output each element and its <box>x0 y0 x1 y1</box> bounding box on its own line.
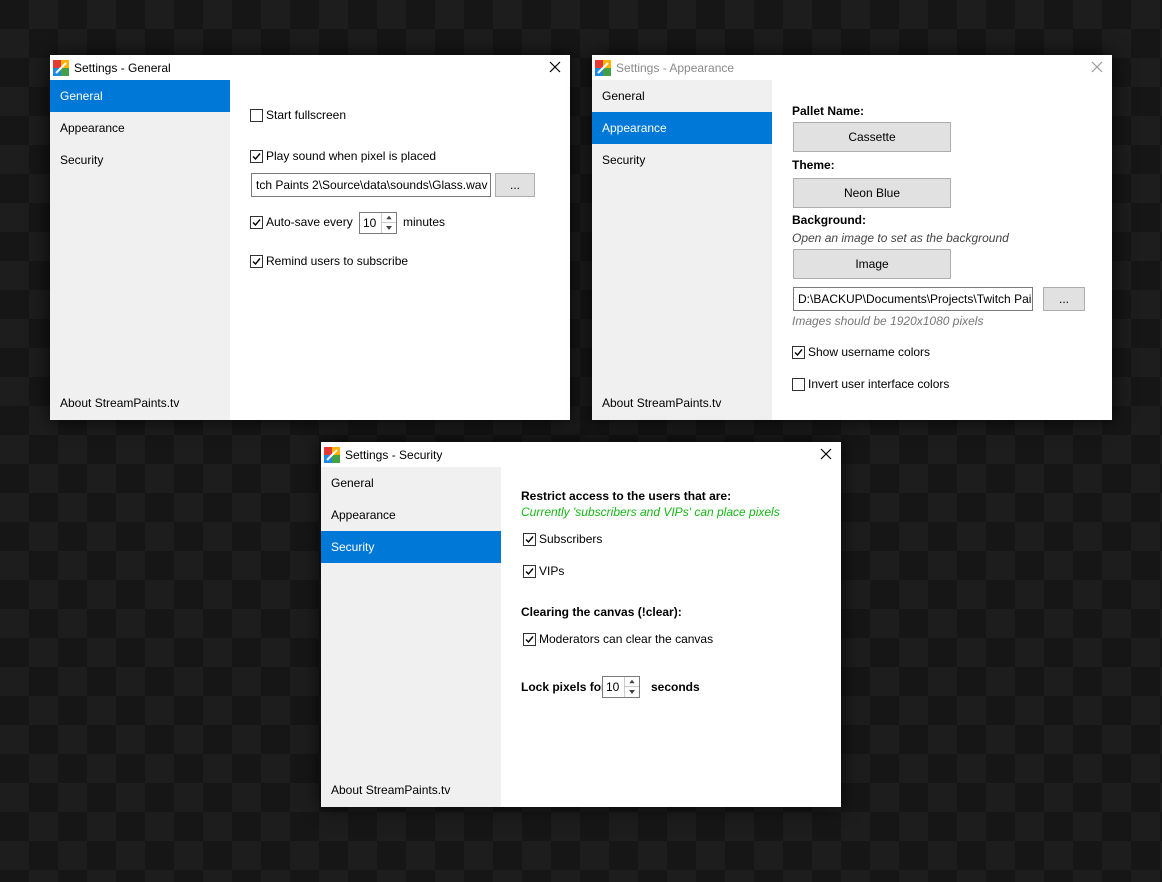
app-icon <box>53 60 69 76</box>
general-content: Start fullscreen Play sound when pixel i… <box>230 80 570 420</box>
chevron-down-icon[interactable] <box>382 223 396 233</box>
window-title: Settings - Appearance <box>616 61 735 75</box>
chevron-up-icon[interactable] <box>382 213 396 223</box>
theme-label: Theme: <box>792 158 835 172</box>
subscribers-checkbox[interactable] <box>523 533 536 546</box>
show-username-colors-label: Show username colors <box>808 345 931 359</box>
image-size-hint: Images should be 1920x1080 pixels <box>792 314 984 328</box>
lock-pixels-unit: seconds <box>651 680 700 694</box>
show-username-colors-checkbox[interactable] <box>792 346 805 359</box>
settings-general-window: Settings - General General Appearance Se… <box>50 55 570 420</box>
start-fullscreen-checkbox[interactable] <box>250 109 263 122</box>
chevron-down-icon[interactable] <box>625 687 639 697</box>
autosave-unit: minutes <box>403 215 446 229</box>
app-icon <box>595 60 611 76</box>
stepper-arrows <box>624 677 639 697</box>
autosave-stepper[interactable]: 10 <box>359 212 397 234</box>
title-bar[interactable]: Settings - Security <box>321 442 841 467</box>
lock-pixels-label: Lock pixels for <box>521 680 606 694</box>
start-fullscreen-label: Start fullscreen <box>266 108 347 122</box>
theme-button[interactable]: Neon Blue <box>793 178 951 208</box>
pallet-button[interactable]: Cassette <box>793 122 951 152</box>
vips-checkbox[interactable] <box>523 565 536 578</box>
sidebar: General Appearance Security About Stream… <box>321 467 501 807</box>
play-sound-checkbox[interactable] <box>250 150 263 163</box>
clear-canvas-label: Clearing the canvas (!clear): <box>521 605 682 619</box>
close-icon[interactable] <box>540 55 570 80</box>
app-icon <box>324 447 340 463</box>
sidebar-item-appearance[interactable]: Appearance <box>592 112 772 144</box>
sidebar-item-general[interactable]: General <box>321 467 501 499</box>
moderators-label: Moderators can clear the canvas <box>539 632 714 646</box>
settings-security-window: Settings - Security General Appearance S… <box>321 442 841 807</box>
sidebar-item-security[interactable]: Security <box>321 531 501 563</box>
subscribers-label: Subscribers <box>539 532 603 546</box>
lock-pixels-stepper[interactable]: 10 <box>602 676 640 698</box>
sound-path-field[interactable]: tch Paints 2\Source\data\sounds\Glass.wa… <box>251 173 491 197</box>
invert-colors-checkbox[interactable] <box>792 378 805 391</box>
checkmark-icon <box>794 349 803 357</box>
title-bar[interactable]: Settings - Appearance <box>592 55 1112 80</box>
sidebar-item-appearance[interactable]: Appearance <box>50 112 230 144</box>
browse-image-button[interactable]: ... <box>1043 287 1085 311</box>
lock-pixels-value: 10 <box>606 680 620 694</box>
invert-colors-label: Invert user interface colors <box>808 377 950 391</box>
sidebar: General Appearance Security About Stream… <box>50 80 230 420</box>
checkmark-icon <box>525 636 534 644</box>
sidebar-item-appearance[interactable]: Appearance <box>321 499 501 531</box>
chevron-up-icon[interactable] <box>625 677 639 687</box>
restrict-label: Restrict access to the users that are: <box>521 489 732 503</box>
pallet-label: Pallet Name: <box>792 104 865 118</box>
close-icon[interactable] <box>1082 55 1112 80</box>
close-icon[interactable] <box>811 442 841 467</box>
checkmark-icon <box>252 153 261 161</box>
autosave-label: Auto-save every <box>266 215 353 229</box>
sidebar-item-general[interactable]: General <box>592 80 772 112</box>
about-link[interactable]: About StreamPaints.tv <box>602 396 721 410</box>
access-status-text: Currently 'subscribers and VIPs' can pla… <box>521 505 780 519</box>
checkmark-icon <box>252 258 261 266</box>
play-sound-label: Play sound when pixel is placed <box>266 149 437 163</box>
sidebar-item-security[interactable]: Security <box>50 144 230 176</box>
checkmark-icon <box>525 536 534 544</box>
sidebar-item-general[interactable]: General <box>50 80 230 112</box>
sidebar: General Appearance Security About Stream… <box>592 80 772 420</box>
about-link[interactable]: About StreamPaints.tv <box>331 783 450 797</box>
stepper-arrows <box>381 213 396 233</box>
window-title: Settings - General <box>74 61 171 75</box>
image-button[interactable]: Image <box>793 249 951 279</box>
appearance-content: Pallet Name: Cassette Theme: Neon Blue B… <box>772 80 1112 420</box>
autosave-checkbox[interactable] <box>250 216 263 229</box>
remind-checkbox[interactable] <box>250 255 263 268</box>
vips-label: VIPs <box>539 564 565 578</box>
title-bar[interactable]: Settings - General <box>50 55 570 80</box>
settings-appearance-window: Settings - Appearance General Appearance… <box>592 55 1112 420</box>
checkmark-icon <box>252 219 261 227</box>
autosave-value: 10 <box>363 216 377 230</box>
checkmark-icon <box>525 568 534 576</box>
background-hint: Open an image to set as the background <box>792 231 1009 245</box>
moderators-checkbox[interactable] <box>523 633 536 646</box>
background-label: Background: <box>792 213 867 227</box>
image-path-field[interactable]: D:\BACKUP\Documents\Projects\Twitch Pai <box>793 287 1033 311</box>
sidebar-item-security[interactable]: Security <box>592 144 772 176</box>
remind-label: Remind users to subscribe <box>266 254 409 268</box>
window-title: Settings - Security <box>345 448 443 462</box>
about-link[interactable]: About StreamPaints.tv <box>60 396 179 410</box>
browse-sound-button[interactable]: ... <box>495 173 535 197</box>
